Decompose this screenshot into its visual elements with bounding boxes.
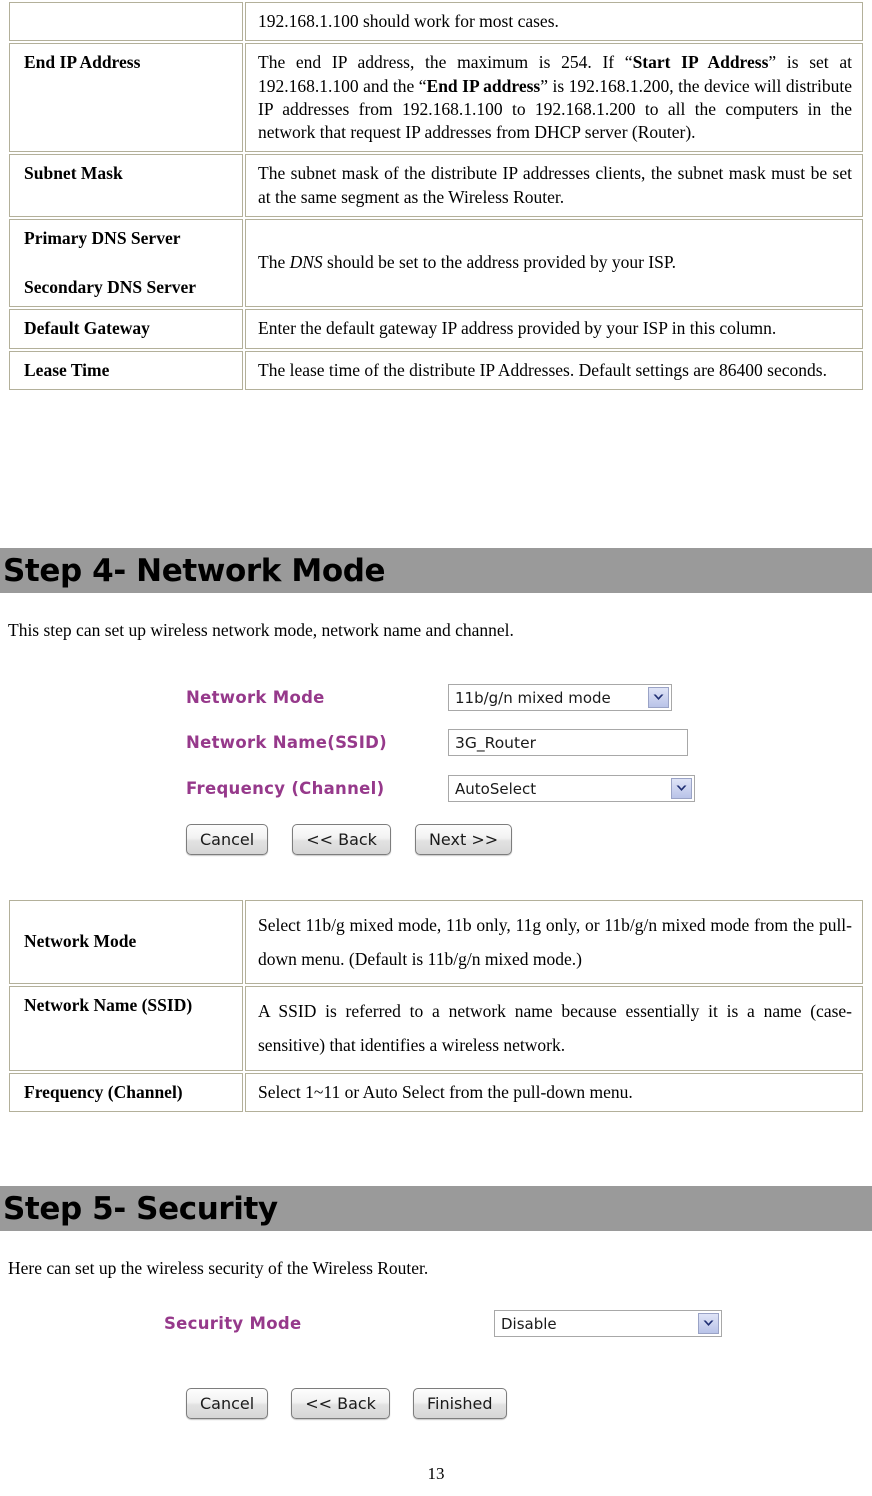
step-4-title: Step 4- Network Mode (3, 552, 386, 589)
chevron-down-icon[interactable] (698, 1313, 719, 1334)
row-label (9, 2, 243, 42)
cancel-button[interactable]: Cancel (186, 1388, 269, 1419)
chevron-down-icon[interactable] (671, 778, 692, 799)
finished-button[interactable]: Finished (412, 1388, 507, 1419)
cancel-button[interactable]: Cancel (186, 824, 269, 855)
table-row: Network Mode Select 11b/g mixed mode, 11… (9, 900, 863, 985)
row-description: The end IP address, the maximum is 254. … (245, 43, 863, 153)
network-mode-selected-value: 11b/g/n mixed mode (455, 688, 611, 707)
table-row: Default Gateway Enter the default gatewa… (9, 309, 863, 349)
network-mode-form-panel: Network Mode 11b/g/n mixed mode Network … (178, 680, 708, 870)
row-description: Select 11b/g mixed mode, 11b only, 11g o… (245, 900, 863, 985)
row-description: 192.168.1.100 should work for most cases… (245, 2, 863, 42)
table-row: Frequency (Channel) Select 1~11 or Auto … (9, 1072, 863, 1112)
next-button[interactable]: Next >> (414, 824, 513, 855)
table-row: Lease Time The lease time of the distrib… (9, 350, 863, 390)
table-row: End IP Address The end IP address, the m… (9, 43, 863, 153)
primary-dns-label: Primary DNS Server (24, 227, 181, 248)
ssid-row: Network Name(SSID) 3G_Router (186, 729, 708, 756)
network-mode-table-wrapper: Network Mode Select 11b/g mixed mode, 11… (0, 898, 872, 1114)
network-mode-select[interactable]: 11b/g/n mixed mode (448, 684, 672, 711)
table-row: 192.168.1.100 should work for most cases… (9, 2, 863, 42)
security-mode-label: Security Mode (164, 1314, 302, 1333)
table-row: Primary DNS Server Secondary DNS Server … (9, 218, 863, 308)
back-button[interactable]: << Back (292, 824, 391, 855)
row-label-dns: Primary DNS Server Secondary DNS Server (9, 218, 243, 308)
ssid-label: Network Name(SSID) (186, 733, 387, 752)
dhcp-settings-table: 192.168.1.100 should work for most cases… (7, 0, 865, 392)
security-form-panel: Security Mode Disable Cancel << Back Fin… (128, 1300, 748, 1440)
dhcp-settings-table-wrapper: 192.168.1.100 should work for most cases… (0, 0, 872, 392)
row-description: The subnet mask of the distribute IP add… (245, 154, 863, 217)
secondary-dns-label: Secondary DNS Server (24, 277, 197, 298)
row-description: A SSID is referred to a network name bec… (245, 986, 863, 1071)
step-4-heading-bar: Step 4- Network Mode (0, 548, 872, 593)
row-description: The DNS should be set to the address pro… (245, 218, 863, 308)
security-mode-select[interactable]: Disable (494, 1310, 722, 1337)
page-number: 13 (427, 1464, 445, 1483)
row-label: Default Gateway (9, 309, 243, 349)
step-4-intro-text: This step can set up wireless network mo… (8, 620, 514, 640)
step-5-heading-bar: Step 5- Security (0, 1186, 872, 1231)
row-description: Enter the default gateway IP address pro… (245, 309, 863, 349)
step-5-button-row: Cancel << Back Finished (186, 1388, 507, 1419)
row-label: Network Name (SSID) (9, 986, 243, 1071)
security-mode-selected-value: Disable (501, 1314, 557, 1333)
frequency-select[interactable]: AutoSelect (448, 775, 695, 802)
label-spacer (24, 250, 242, 276)
network-mode-label: Network Mode (186, 688, 325, 707)
row-label: Lease Time (9, 350, 243, 390)
frequency-row: Frequency (Channel) AutoSelect (186, 775, 708, 802)
frequency-selected-value: AutoSelect (455, 779, 537, 798)
step-4-button-row: Cancel << Back Next >> (186, 824, 513, 855)
ssid-value: 3G_Router (455, 733, 536, 752)
step-5-intro-text: Here can set up the wireless security of… (8, 1258, 429, 1278)
row-label: Subnet Mask (9, 154, 243, 217)
security-mode-row: Security Mode Disable (164, 1310, 748, 1337)
row-label: Frequency (Channel) (9, 1072, 243, 1112)
step-5-title: Step 5- Security (3, 1190, 278, 1227)
network-mode-row: Network Mode 11b/g/n mixed mode (186, 684, 708, 711)
row-label: End IP Address (9, 43, 243, 153)
back-button[interactable]: << Back (291, 1388, 390, 1419)
row-label: Network Mode (9, 900, 243, 985)
chevron-down-icon[interactable] (648, 687, 669, 708)
network-mode-table: Network Mode Select 11b/g mixed mode, 11… (7, 898, 865, 1114)
ssid-input[interactable]: 3G_Router (448, 729, 688, 756)
frequency-label: Frequency (Channel) (186, 779, 385, 798)
table-row: Subnet Mask The subnet mask of the distr… (9, 154, 863, 217)
row-description: Select 1~11 or Auto Select from the pull… (245, 1072, 863, 1112)
row-description: The lease time of the distribute IP Addr… (245, 350, 863, 390)
table-row: Network Name (SSID) A SSID is referred t… (9, 986, 863, 1071)
